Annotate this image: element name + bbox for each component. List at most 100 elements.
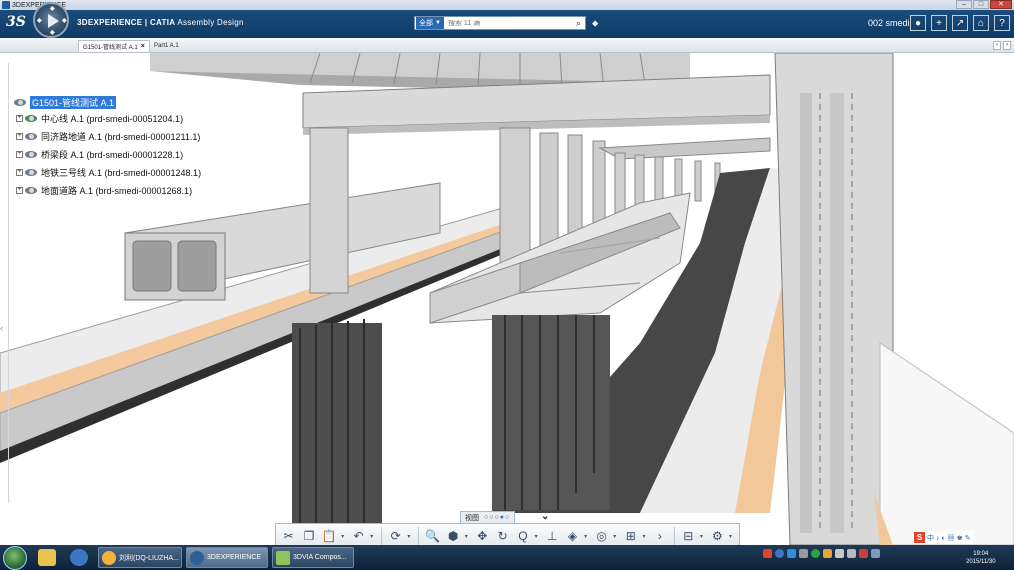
capture-icon[interactable]: ◎ <box>593 527 610 545</box>
expand-icon[interactable]: + <box>16 186 23 194</box>
start-button[interactable] <box>3 546 27 570</box>
tray-monitor-icon[interactable] <box>835 549 844 558</box>
search-input[interactable] <box>447 19 568 27</box>
share-icon[interactable]: ↗ <box>952 15 968 31</box>
render-style-icon[interactable]: ◈ <box>564 527 581 545</box>
tray-update-icon[interactable] <box>823 549 832 558</box>
search-icon[interactable]: ⌕ <box>576 18 581 29</box>
tab-part[interactable]: Part1 A.1 <box>150 40 183 52</box>
tray-security-icon[interactable] <box>811 549 820 558</box>
expand-icon[interactable]: + <box>16 132 23 140</box>
product-icon <box>25 167 37 177</box>
dropdown-icon[interactable]: ▾ <box>584 533 590 540</box>
dropdown-icon[interactable]: ▾ <box>370 533 376 540</box>
action-bar-section-tab[interactable]: 视图 ○○○●○ <box>460 511 516 523</box>
tray-volume-icon[interactable] <box>871 549 880 558</box>
expand-icon[interactable]: + <box>16 168 23 176</box>
dropdown-icon[interactable]: ▾ <box>535 533 541 540</box>
compass-west-icon: ◆ <box>37 18 42 24</box>
tray-help-icon[interactable] <box>775 549 784 558</box>
maximize-button[interactable]: □ <box>973 0 989 9</box>
cut-icon[interactable]: ✂ <box>280 527 297 545</box>
brand-prefix: 3DEXPERIENCE | <box>77 18 150 27</box>
expand-icon[interactable]: + <box>16 114 23 122</box>
close-icon[interactable]: × <box>141 43 145 50</box>
paste-icon[interactable]: 📋 <box>321 527 338 545</box>
close-window-button[interactable]: ✕ <box>990 0 1012 9</box>
taskbar-item[interactable]: 刘利(DQ-LIUZHA... <box>98 547 182 568</box>
home-icon[interactable]: ⌂ <box>973 15 989 31</box>
clock-date: 2015/11/30 <box>966 559 996 565</box>
tree-item[interactable]: + 同济路地道 A.1 (brd-smedi-00001211.1) <box>16 127 201 145</box>
tree-icon[interactable]: ⊟ <box>680 527 697 545</box>
tray-notify-icon[interactable] <box>847 549 856 558</box>
compass-icon[interactable]: ◆ ◆ ◆ ◆ <box>33 2 69 38</box>
expand-icon[interactable]: + <box>16 150 23 158</box>
update-icon[interactable]: ⟳ <box>387 527 404 545</box>
chevron-down-icon[interactable]: ⌄ <box>541 511 549 522</box>
more-icon[interactable]: › <box>651 527 668 545</box>
product-icon <box>25 149 37 159</box>
help-icon[interactable]: ? <box>994 15 1010 31</box>
taskbar-item[interactable]: 3DVIA Compos... <box>272 547 354 568</box>
undo-icon[interactable]: ↶ <box>350 527 367 545</box>
play-icon <box>48 14 59 28</box>
dropdown-icon[interactable]: ▾ <box>465 533 471 540</box>
brand-suffix: Assembly Design <box>175 18 244 27</box>
chat-app-icon <box>102 550 116 565</box>
action-bar-pager[interactable]: ○○○●○ <box>484 514 510 521</box>
compass-south-icon: ◆ <box>50 30 55 36</box>
tab-assembly[interactable]: G1501-管线测试 A.1 × <box>78 40 150 52</box>
dropdown-icon[interactable]: ▾ <box>700 533 706 540</box>
tray-network-icon[interactable] <box>799 549 808 558</box>
view-cube-icon[interactable]: ⬢ <box>444 527 461 545</box>
tab-label: Part1 A.1 <box>154 43 179 49</box>
tag-icon[interactable]: ⬥ <box>592 18 598 29</box>
tree-item[interactable]: + 桥梁段 A.1 (brd-smedi-00001228.1) <box>16 145 201 163</box>
user-name[interactable]: 002 smedi <box>868 18 910 28</box>
3dexperience-icon <box>190 550 204 565</box>
tray-app-icon[interactable] <box>787 549 796 558</box>
taskbar-item[interactable]: 3DEXPERIENCE <box>186 547 268 568</box>
tree-item[interactable]: + 地铁三号线 A.1 (brd-smedi-00001248.1) <box>16 163 201 181</box>
rotate-icon[interactable]: ↻ <box>494 527 511 545</box>
compass-north-icon: ◆ <box>50 6 55 12</box>
zoom-area-icon[interactable]: Q <box>514 527 531 545</box>
user-profile-icon[interactable]: ● <box>910 15 926 31</box>
copy-icon[interactable]: ❐ <box>300 527 317 545</box>
ime-logo-icon: S <box>914 532 925 543</box>
tree-item-label: 中心线 A.1 (prd-smedi-00051204.1) <box>41 113 184 124</box>
tab-next-icon[interactable]: › <box>1003 41 1011 50</box>
dropdown-icon[interactable]: ▾ <box>729 533 735 540</box>
panel-collapse-icon[interactable]: ‹ <box>0 323 3 333</box>
pan-icon[interactable]: ✥ <box>474 527 491 545</box>
tree-item[interactable]: + 中心线 A.1 (prd-smedi-00051204.1) <box>16 109 201 127</box>
app-brand: 3DEXPERIENCE | CATIA Assembly Design <box>77 18 244 27</box>
system-clock[interactable]: 19:04 2015/11/30 <box>966 550 996 566</box>
ime-toolbar[interactable]: S 中 ♪ ◐ ▦ ♚ ✎ <box>912 531 973 544</box>
layout-icon[interactable]: ⊞ <box>622 527 639 545</box>
add-icon[interactable]: + <box>931 15 947 31</box>
tree-root-label[interactable]: G1501-管线测试 A.1 <box>30 95 117 109</box>
dropdown-icon[interactable]: ▾ <box>642 533 648 540</box>
3d-viewport[interactable]: ‹ G1501-管线测试 A.1 + 中心线 A.1 (prd-smedi-00… <box>0 53 1014 545</box>
normal-view-icon[interactable]: ⊥ <box>543 527 560 545</box>
folder-icon[interactable] <box>38 549 56 566</box>
tray-ime-icon[interactable] <box>763 549 772 558</box>
dropdown-icon[interactable]: ▾ <box>613 533 619 540</box>
dropdown-icon[interactable]: ▾ <box>407 533 413 540</box>
dropdown-icon[interactable]: ▾ <box>341 533 347 540</box>
tree-root[interactable]: G1501-管线测试 A.1 <box>14 95 201 109</box>
tab-prev-icon[interactable]: ‹ <box>993 41 1001 50</box>
panel-divider[interactable] <box>8 63 9 503</box>
tree-item-label: 地面道路 A.1 (brd-smedi-00001268.1) <box>41 185 193 196</box>
tree-item[interactable]: + 地面道路 A.1 (brd-smedi-00001268.1) <box>16 181 201 199</box>
search-scope-select[interactable]: 全部 ▼ <box>416 17 444 29</box>
tools-icon[interactable]: ⚙ <box>709 527 726 545</box>
minimize-button[interactable]: – <box>956 0 972 9</box>
tray-flag-icon[interactable] <box>859 549 868 558</box>
search-scope-label: 全部 <box>419 20 433 27</box>
browser-icon[interactable] <box>70 549 88 566</box>
ime-tools-icon[interactable]: 中 ♪ ◐ ▦ ♚ ✎ <box>927 533 971 543</box>
zoom-icon[interactable]: 🔍 <box>424 527 441 545</box>
